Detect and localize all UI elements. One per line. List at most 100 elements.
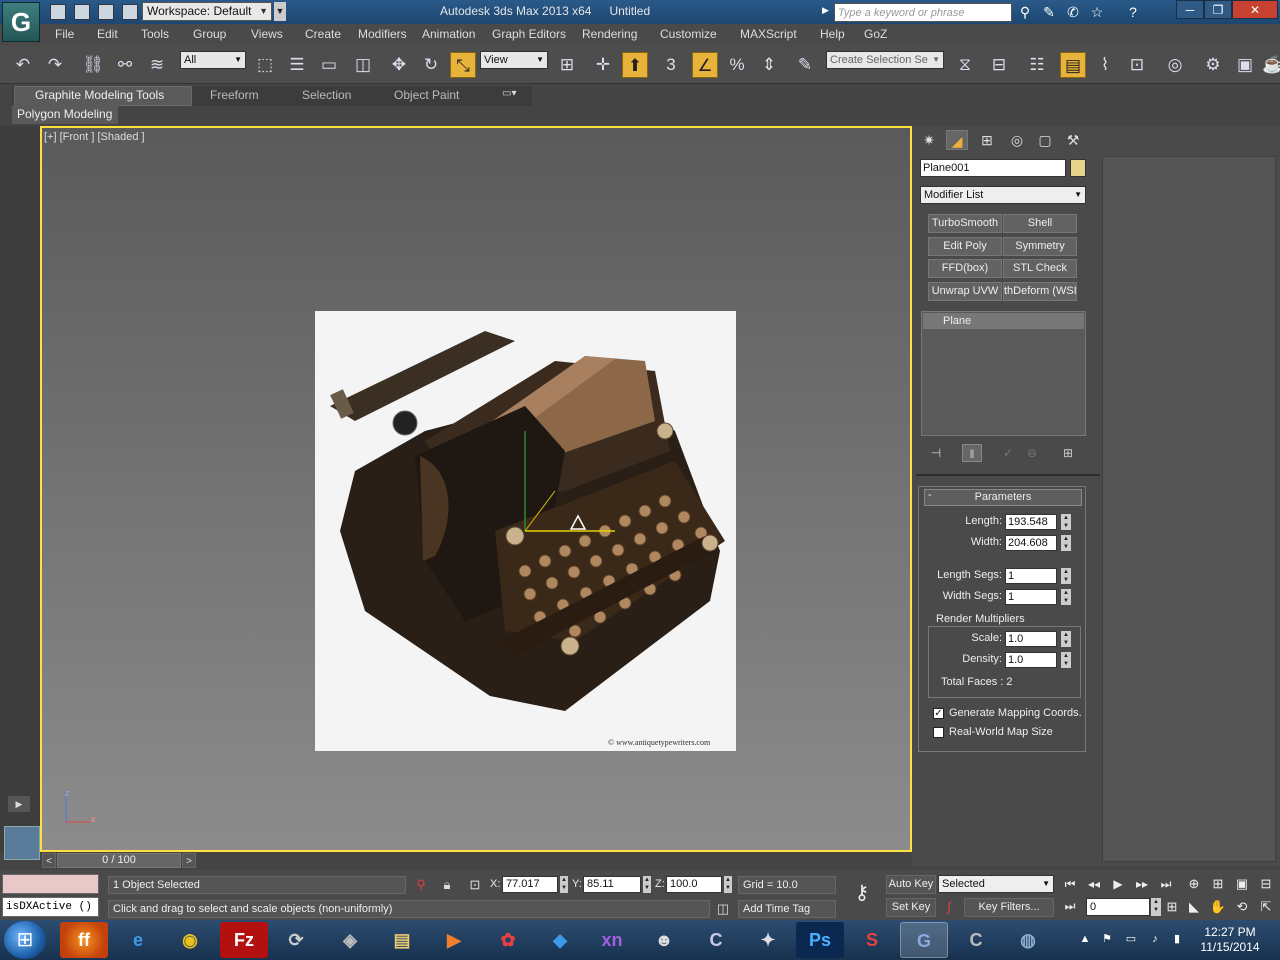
app5-icon[interactable]: ⟳ [272,922,320,958]
symmetry-button[interactable]: Symmetry [1003,237,1077,256]
menu-views[interactable]: Views [251,27,283,41]
stl-check-button[interactable]: STL Check [1003,259,1077,278]
menu-create[interactable]: Create [305,27,341,41]
length-spinner-icon[interactable]: ▲ ▼ [1061,514,1071,530]
spinner-snap-icon[interactable]: ⇕ [756,52,782,78]
select-manipulate-icon[interactable]: ✛ [590,52,616,78]
frame-spinner-icon[interactable]: ▲ ▼ [1151,898,1161,916]
power-icon[interactable]: ▮ [1170,932,1184,946]
viewport-label[interactable]: [+] [Front ] [Shaded ] [44,131,145,143]
real-world-map-checkbox[interactable] [933,727,944,738]
set-key-button[interactable]: Set Key [886,898,936,917]
edit-poly-button[interactable]: Edit Poly [928,237,1002,256]
app-logo[interactable]: G [2,2,40,42]
time-slider[interactable]: 0 / 100 [57,853,181,868]
render-production-icon[interactable]: ☕ [1262,52,1280,78]
filezilla-icon[interactable]: Fz [220,922,268,958]
tray-expand-icon[interactable]: ▲ [1078,932,1092,946]
field-of-view-icon[interactable]: ◣ [1184,898,1204,916]
close-button[interactable]: ✕ [1232,0,1278,19]
substance-icon[interactable]: S [848,922,896,958]
rotate-icon[interactable]: ↻ [418,52,444,78]
internet-explorer-icon[interactable]: e [114,922,162,958]
pan-icon[interactable]: ✋ [1208,898,1228,916]
show-end-result-icon[interactable]: ‖ [962,444,982,462]
menu-animation[interactable]: Animation [422,27,475,41]
minimize-button[interactable]: ─ [1176,0,1204,19]
auto-key-button[interactable]: Auto Key [886,875,936,894]
absolute-mode-icon[interactable]: ⊡ [466,876,484,894]
menu-help[interactable]: Help [820,27,845,41]
y-coordinate-field[interactable]: 85.11 [583,876,641,893]
app13-icon[interactable]: C [692,922,740,958]
firefox-icon[interactable]: ff [60,922,108,958]
menu-graph-editors[interactable]: Graph Editors [492,27,566,41]
utilities-tab-icon[interactable]: ⚒ [1062,130,1084,150]
modify-tab-icon[interactable]: ◢ [946,130,968,150]
render-setup-icon[interactable]: ⚙ [1200,52,1226,78]
zoom-extents-icon[interactable]: ▣ [1232,875,1252,893]
maximize-viewport-icon[interactable]: ⇱ [1256,898,1276,916]
stack-item-plane[interactable]: Plane [923,313,1084,329]
width-field[interactable]: 204.608 [1005,535,1057,551]
collapse-icon[interactable]: - [928,489,932,501]
go-to-start-icon[interactable]: ⏮ [1060,876,1080,892]
zoom-icon[interactable]: ⊕ [1184,875,1204,893]
curve-editor-icon[interactable]: ⌇ [1092,52,1118,78]
quick-access-dropdown-icon[interactable]: ▼ [274,2,286,21]
project-folder-icon[interactable] [122,4,138,20]
reference-coordinate-dropdown[interactable]: View ▼ [480,51,548,69]
unlink-icon[interactable]: ⚯ [112,52,138,78]
help-icon[interactable]: ? [1124,3,1142,21]
keyboard-shortcut-override-icon[interactable]: ⬆ [622,52,648,78]
volume-icon[interactable]: ♪ [1148,932,1162,946]
dropbox-icon[interactable]: ◆ [536,922,584,958]
workspace-dropdown[interactable]: Workspace: Default ▼ [142,2,272,21]
density-field[interactable]: 1.0 [1005,652,1057,668]
mini-viewport-icon[interactable] [4,826,40,860]
pathdeform-button[interactable]: thDeform (WSI [1003,282,1077,301]
menu-group[interactable]: Group [193,27,226,41]
tab-object-paint[interactable]: Object Paint [394,88,459,102]
zoom-extents-all-icon[interactable]: ⊟ [1256,875,1276,893]
app18-icon[interactable]: C [952,922,1000,958]
move-icon[interactable]: ✥ [386,52,412,78]
width-segs-spinner-icon[interactable]: ▲ ▼ [1061,589,1071,605]
length-field[interactable]: 193.548 [1005,514,1057,530]
hierarchy-tab-icon[interactable]: ⊞ [976,130,998,150]
generate-mapping-checkbox[interactable]: ✓ [933,708,944,719]
network-icon[interactable]: ▭ [1124,932,1138,946]
ffd-box-button[interactable]: FFD(box) [928,259,1002,278]
display-tab-icon[interactable]: ▢ [1034,130,1056,150]
photoshop-icon[interactable]: Ps [796,922,844,958]
isolate-selection-icon[interactable]: ⚲ [412,876,430,894]
menu-edit[interactable]: Edit [97,27,118,41]
tab-graphite-modeling-tools[interactable]: Graphite Modeling Tools [35,88,164,102]
file-explorer-icon[interactable]: ▤ [378,922,426,958]
layer-manager-icon[interactable]: ☷ [1024,52,1050,78]
object-color-swatch[interactable] [1070,159,1086,177]
menu-modifiers[interactable]: Modifiers [358,27,407,41]
next-frame-icon[interactable]: ▸▸ [1132,876,1152,892]
chrome-icon[interactable]: ◉ [166,922,214,958]
density-spinner-icon[interactable]: ▲ ▼ [1061,652,1071,668]
percent-snap-icon[interactable]: % [724,52,750,78]
material-editor-icon[interactable]: ◎ [1162,52,1188,78]
edit-named-selection-icon[interactable]: ✎ [792,52,818,78]
key-tangent-icon[interactable]: ∫ [940,898,958,916]
expand-arrow-icon[interactable]: ▶ [822,5,829,16]
select-object-icon[interactable]: ⬚ [252,52,278,78]
align-icon[interactable]: ⊟ [986,52,1012,78]
key-mode-toggle-icon[interactable]: ⏭ [1060,898,1080,914]
new-file-icon[interactable] [50,4,66,20]
app12-icon[interactable]: ☻ [640,922,688,958]
app14-icon[interactable]: ✦ [744,922,792,958]
previous-frame-icon[interactable]: ◂◂ [1084,876,1104,892]
current-frame-field[interactable]: 0 [1086,898,1150,916]
play-icon[interactable]: ▶ [1108,876,1128,892]
undo-icon[interactable]: ↶ [10,52,36,78]
zoom-all-icon[interactable]: ⊞ [1208,875,1228,893]
search-input[interactable]: Type a keyword or phrase [834,3,1012,22]
pivot-center-icon[interactable]: ⊞ [554,52,580,78]
length-segs-spinner-icon[interactable]: ▲ ▼ [1061,568,1071,584]
